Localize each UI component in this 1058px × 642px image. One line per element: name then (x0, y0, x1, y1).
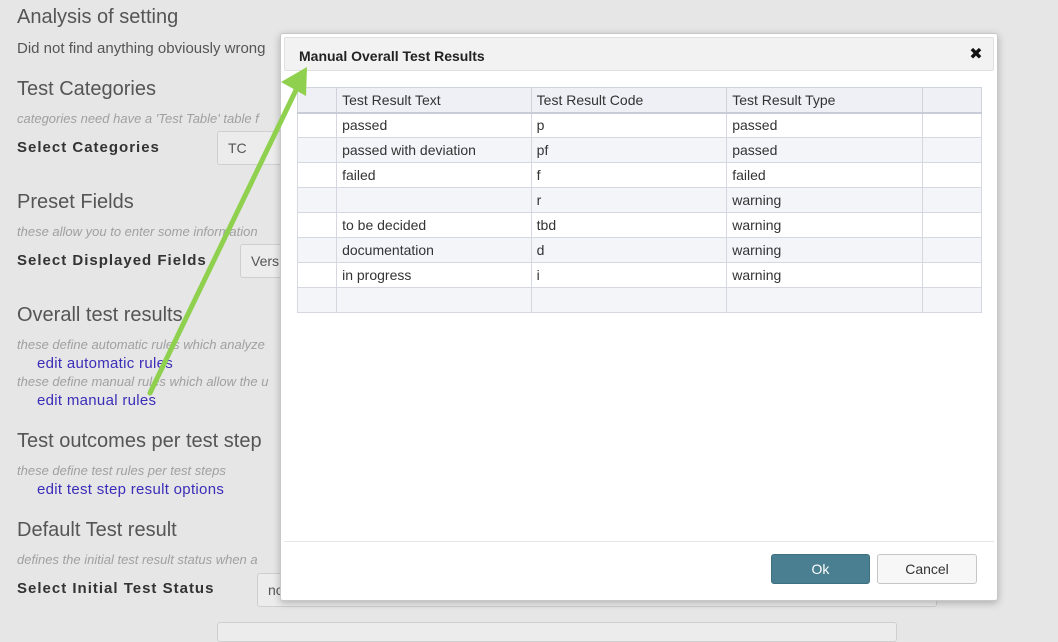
overall-note-automatic: these define automatic rules which analy… (17, 337, 265, 352)
cell-result-code[interactable]: f (530, 162, 728, 188)
cell-result-text[interactable]: failed (336, 162, 532, 188)
results-table: Test Result Text Test Result Code Test R… (296, 87, 983, 313)
cell-result-text[interactable]: in progress (336, 262, 532, 288)
cell-result-text[interactable]: passed with deviation (336, 137, 532, 163)
cell-result-text[interactable] (336, 187, 532, 213)
cell-result-type[interactable]: warning (726, 262, 923, 288)
cell-result-type[interactable]: warning (726, 187, 923, 213)
row-actions[interactable] (921, 112, 983, 138)
heading-analysis: Analysis of setting (17, 6, 179, 28)
cell-result-code[interactable]: tbd (530, 212, 728, 238)
table-row-new[interactable] (296, 287, 983, 313)
cell-result-code[interactable]: i (530, 262, 728, 288)
column-header-code[interactable]: Test Result Code (530, 87, 728, 114)
select-displayed-label: Select Displayed Fields (17, 252, 207, 269)
table-row[interactable]: passed with deviation pf passed (296, 137, 983, 163)
row-actions[interactable] (921, 212, 983, 238)
cell-result-code[interactable]: d (530, 237, 728, 263)
column-header-type[interactable]: Test Result Type (726, 87, 923, 114)
row-selector[interactable] (296, 212, 338, 238)
cell-result-type[interactable]: warning (726, 212, 923, 238)
row-selector[interactable] (296, 112, 338, 138)
dialog-footer-divider (284, 541, 994, 542)
row-selector[interactable] (296, 187, 338, 213)
heading-test-outcomes: Test outcomes per test step (17, 430, 262, 452)
table-row[interactable]: in progress i warning (296, 262, 983, 288)
heading-default-result: Default Test result (17, 519, 177, 541)
manual-results-dialog: Manual Overall Test Results ✖ Test Resul… (280, 33, 998, 601)
select-categories-label: Select Categories (17, 139, 160, 156)
next-dropdown[interactable] (217, 622, 897, 642)
ok-button[interactable]: Ok (771, 554, 870, 584)
row-actions[interactable] (921, 287, 983, 313)
cancel-button[interactable]: Cancel (877, 554, 977, 584)
cell-result-code[interactable] (530, 287, 728, 313)
default-note: defines the initial test result status w… (17, 552, 258, 567)
row-selector[interactable] (296, 137, 338, 163)
analysis-text: Did not find anything obviously wrong (17, 40, 266, 57)
table-row[interactable]: passed p passed (296, 112, 983, 138)
cell-result-text[interactable]: to be decided (336, 212, 532, 238)
close-icon[interactable]: ✖ (969, 47, 983, 63)
row-actions[interactable] (921, 262, 983, 288)
heading-test-categories: Test Categories (17, 78, 156, 100)
row-actions[interactable] (921, 137, 983, 163)
cell-result-type[interactable]: failed (726, 162, 923, 188)
table-row[interactable]: to be decided tbd warning (296, 212, 983, 238)
cell-result-text[interactable]: passed (336, 112, 532, 138)
row-actions[interactable] (921, 162, 983, 188)
row-selector[interactable] (296, 237, 338, 263)
cell-result-type[interactable]: passed (726, 112, 923, 138)
row-actions[interactable] (921, 237, 983, 263)
table-row[interactable]: documentation d warning (296, 237, 983, 263)
column-header-select (296, 87, 338, 114)
select-initial-status-label: Select Initial Test Status (17, 580, 215, 597)
preset-note: these allow you to enter some informatio… (17, 224, 258, 239)
row-selector[interactable] (296, 287, 338, 313)
row-actions[interactable] (921, 187, 983, 213)
table-row[interactable]: r warning (296, 187, 983, 213)
heading-preset-fields: Preset Fields (17, 191, 134, 213)
row-selector[interactable] (296, 262, 338, 288)
edit-manual-rules-link[interactable]: edit manual rules (37, 392, 156, 409)
overall-note-manual: these define manual rules which allow th… (17, 374, 269, 389)
cell-result-type[interactable] (726, 287, 923, 313)
edit-step-result-options-link[interactable]: edit test step result options (37, 481, 224, 498)
heading-overall-results: Overall test results (17, 304, 183, 326)
cell-result-code[interactable]: pf (530, 137, 728, 163)
cell-result-text[interactable]: documentation (336, 237, 532, 263)
cell-result-type[interactable]: warning (726, 237, 923, 263)
row-selector[interactable] (296, 162, 338, 188)
column-header-text[interactable]: Test Result Text (336, 87, 532, 114)
categories-note: categories need have a 'Test Table' tabl… (17, 111, 259, 126)
outcomes-note: these define test rules per test steps (17, 463, 226, 478)
table-header-row: Test Result Text Test Result Code Test R… (296, 87, 983, 114)
table-row[interactable]: failed f failed (296, 162, 983, 188)
cell-result-type[interactable]: passed (726, 137, 923, 163)
cell-result-text[interactable] (336, 287, 532, 313)
cell-result-code[interactable]: r (530, 187, 728, 213)
dialog-header: Manual Overall Test Results ✖ (284, 37, 994, 71)
column-header-actions (921, 87, 983, 114)
edit-automatic-rules-link[interactable]: edit automatic rules (37, 355, 173, 372)
dialog-title: Manual Overall Test Results (299, 48, 485, 64)
cell-result-code[interactable]: p (530, 112, 728, 138)
